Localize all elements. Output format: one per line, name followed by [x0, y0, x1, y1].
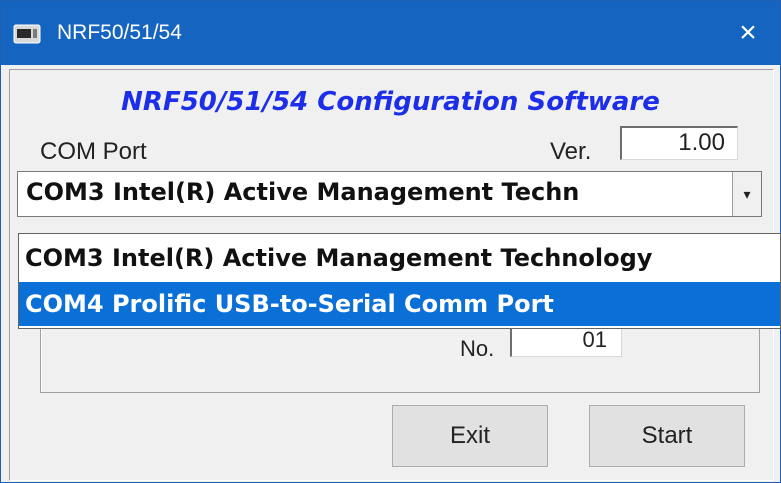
com-port-label: COM Port	[40, 138, 147, 165]
title-bar[interactable]: NRF50/51/54 ×	[1, 1, 780, 65]
version-field[interactable]: 1.00	[620, 126, 738, 160]
start-button[interactable]: Start	[589, 405, 745, 467]
close-icon[interactable]: ×	[716, 1, 780, 65]
app-icon	[13, 24, 41, 44]
chevron-down-icon[interactable]: ▾	[732, 172, 761, 216]
com-port-selected-value: COM3 Intel(R) Active Management Techn	[26, 178, 580, 206]
exit-button[interactable]: Exit	[392, 405, 548, 467]
version-label: Ver.	[550, 138, 592, 165]
window-title: NRF50/51/54	[57, 21, 182, 44]
number-label: No.	[460, 336, 495, 361]
app-heading: NRF50/51/54 Configuration Software	[121, 87, 660, 117]
dropdown-option-com3[interactable]: COM3 Intel(R) Active Management Technolo…	[19, 236, 780, 280]
com-port-dropdown-list: COM3 Intel(R) Active Management Technolo…	[18, 233, 781, 329]
com-port-select[interactable]: COM3 Intel(R) Active Management Techn ▾	[17, 171, 762, 217]
dropdown-option-com4[interactable]: COM4 Prolific USB-to-Serial Comm Port	[19, 282, 780, 326]
